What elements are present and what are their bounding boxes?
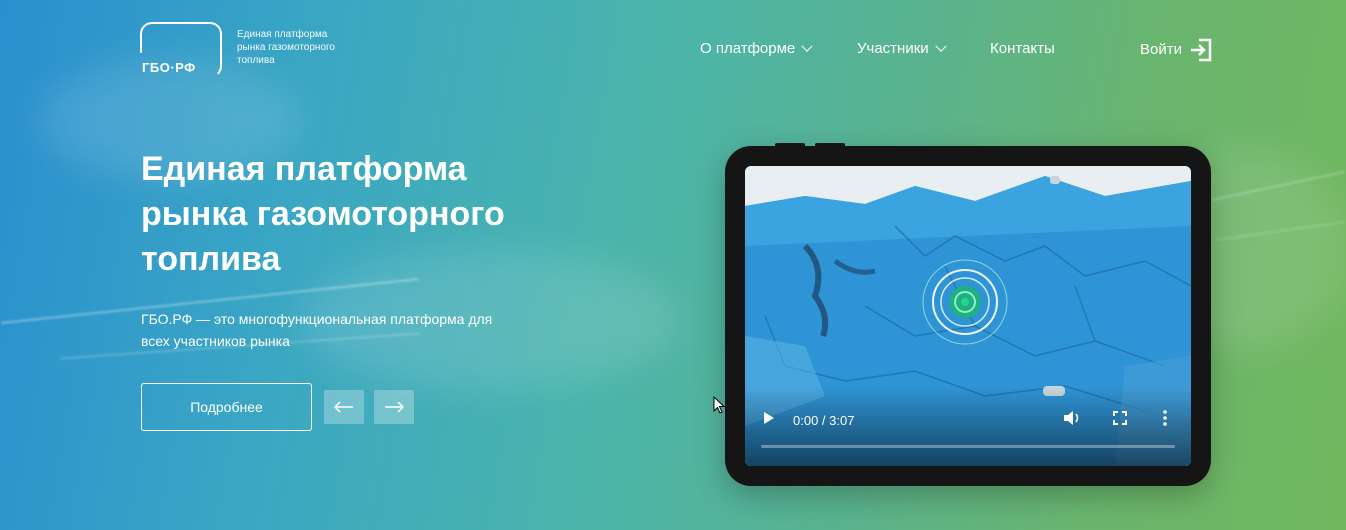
- prev-slide-button[interactable]: [324, 390, 364, 424]
- video-time: 0:00 / 3:07: [793, 413, 855, 428]
- video-progress-bar[interactable]: [761, 445, 1175, 448]
- more-button[interactable]: Подробнее: [141, 383, 312, 431]
- chevron-down-icon: [801, 40, 813, 52]
- nav-item-label: Контакты: [990, 40, 1055, 57]
- login-label: Войти: [1140, 40, 1182, 58]
- arrow-right-icon: [385, 401, 404, 413]
- arrow-left-icon: [334, 401, 353, 413]
- login-icon: [1190, 38, 1212, 62]
- volume-icon[interactable]: [1063, 410, 1081, 431]
- nav-item-contacts[interactable]: Контакты: [990, 40, 1055, 57]
- mouse-cursor-icon: [713, 395, 726, 419]
- video-player[interactable]: 0:00 / 3:07: [745, 166, 1191, 466]
- nav-item-label: О платформе: [700, 40, 796, 57]
- more-options-icon[interactable]: [1163, 410, 1167, 431]
- play-icon[interactable]: [763, 411, 775, 430]
- logo-caption: Единая платформа рынка газомоторного топ…: [237, 29, 335, 66]
- chevron-down-icon: [935, 40, 947, 52]
- video-controls: 0:00 / 3:07: [745, 386, 1191, 466]
- logo-text: ГБО·РФ: [142, 60, 196, 75]
- next-slide-button[interactable]: [374, 390, 414, 424]
- logo[interactable]: ГБО·РФ: [140, 22, 222, 78]
- tablet-frame: 0:00 / 3:07: [725, 143, 1211, 486]
- nav-item-participants[interactable]: Участники: [857, 40, 947, 57]
- nav-item-label: Участники: [857, 40, 929, 57]
- hero-title: Единая платформа рынка газомоторного топ…: [141, 150, 505, 278]
- nav-item-about[interactable]: О платформе: [700, 40, 813, 57]
- login-button[interactable]: Войти: [1140, 38, 1212, 62]
- fullscreen-icon[interactable]: [1113, 411, 1127, 430]
- hero-description: ГБО.РФ — это многофункциональная платфор…: [141, 311, 493, 349]
